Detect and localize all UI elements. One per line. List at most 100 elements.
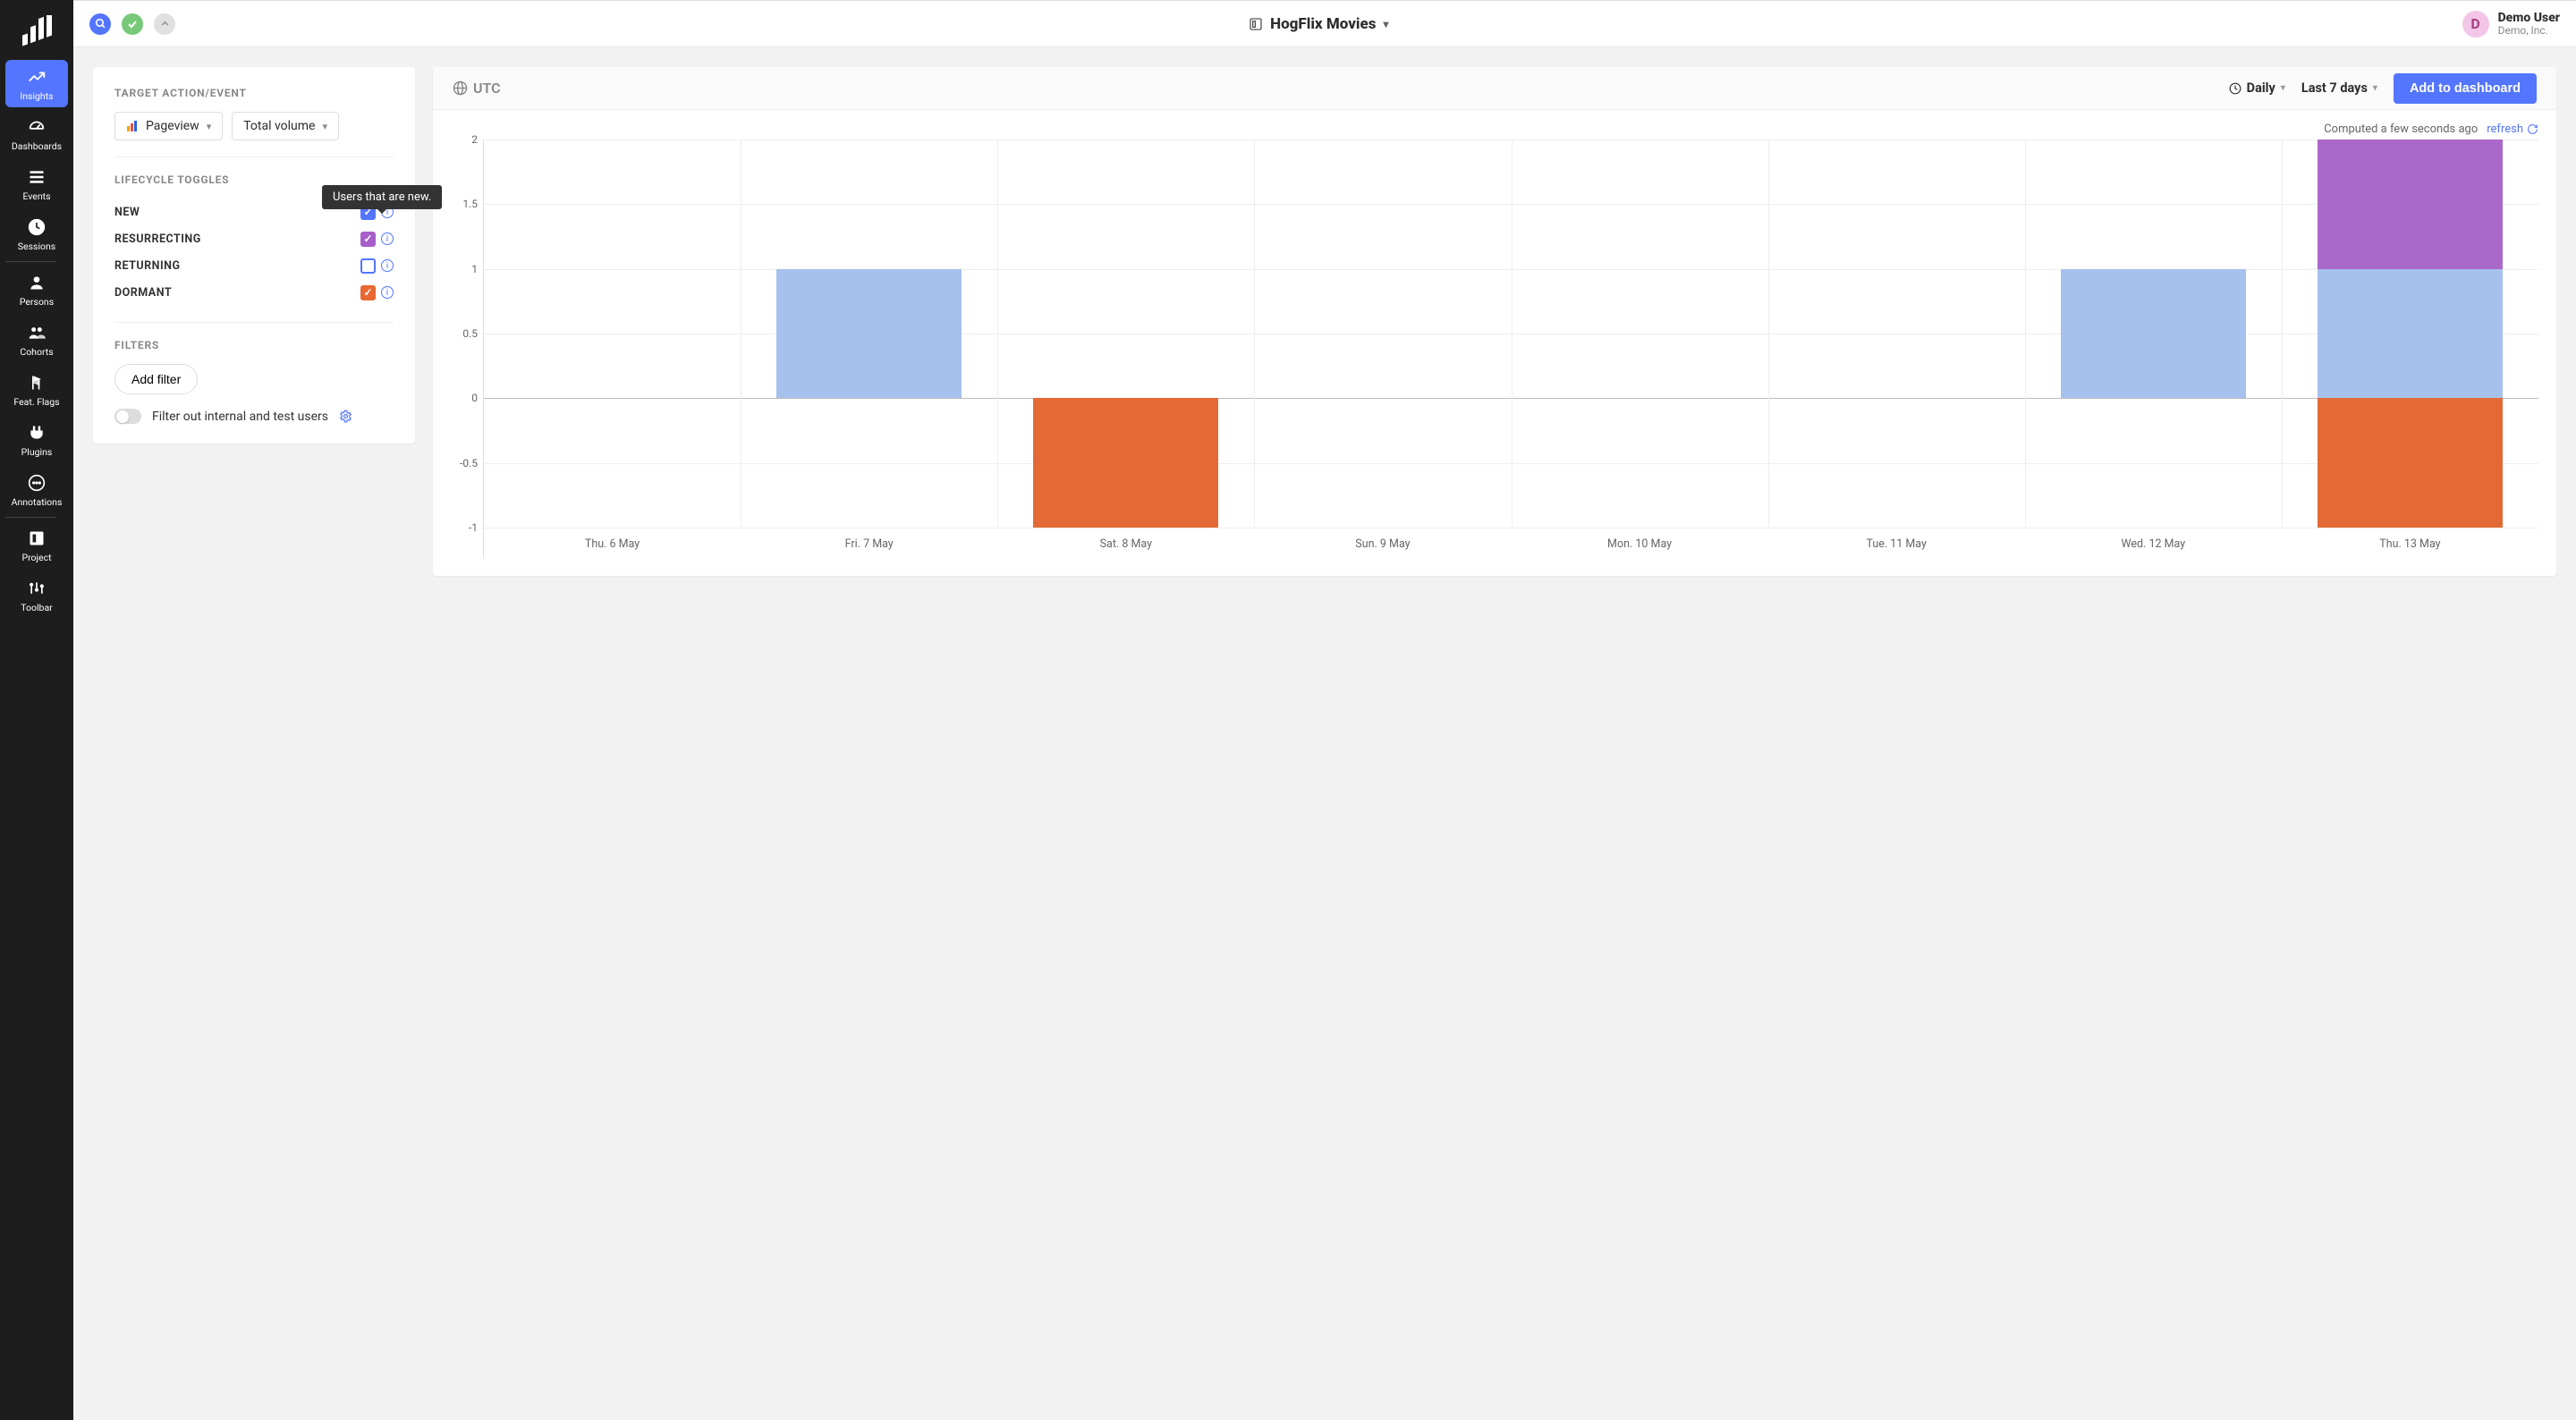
chevron-down-icon: ▾	[2373, 83, 2377, 93]
avatar: D	[2462, 11, 2489, 38]
gear-icon[interactable]	[339, 410, 352, 423]
x-tick: Sat. 8 May	[997, 532, 1254, 557]
lifecycle-label: RETURNING	[114, 259, 180, 273]
globe-icon	[453, 80, 468, 96]
sidebar-item-label: Toolbar	[21, 602, 52, 613]
y-tick: 2	[471, 133, 478, 146]
topbar: HogFlix Movies ▾ D Demo User Demo, Inc.	[73, 1, 2576, 47]
project-switcher[interactable]: HogFlix Movies ▾	[186, 15, 2452, 33]
lifecycle-checkbox-resurrecting[interactable]	[360, 232, 376, 247]
bar-resurrecting[interactable]	[2318, 139, 2503, 269]
sidebar-item-project[interactable]: Project	[5, 521, 68, 569]
refresh-icon	[2527, 123, 2538, 135]
sidebar-item-toolbar[interactable]: Toolbar	[5, 571, 68, 619]
sidebar-item-label: Events	[22, 190, 50, 202]
timezone-label: UTC	[473, 80, 501, 97]
chevron-down-icon: ▾	[207, 121, 212, 132]
x-tick: Thu. 13 May	[2282, 532, 2538, 557]
user-name: Demo User	[2498, 11, 2560, 25]
bar-new[interactable]	[776, 269, 962, 399]
add-filter-button[interactable]: Add filter	[114, 364, 198, 394]
chevron-down-icon: ▾	[1383, 18, 1388, 30]
events-icon	[27, 167, 47, 187]
sidebar-item-cohorts[interactable]: Cohorts	[5, 316, 68, 363]
sidebar-item-persons[interactable]: Persons	[5, 266, 68, 313]
event-select[interactable]: Pageview ▾	[114, 112, 223, 140]
bar-dormant[interactable]	[1033, 398, 1218, 528]
timezone-indicator[interactable]: UTC	[453, 80, 501, 97]
sessions-icon	[27, 217, 47, 237]
chart-header: UTC Daily ▾ Last 7 days ▾ Add to dashboa…	[433, 67, 2556, 110]
interval-select[interactable]: Daily ▾	[2229, 80, 2285, 96]
check-icon[interactable]	[122, 13, 143, 35]
bar-new[interactable]	[2318, 269, 2503, 399]
lifecycle-chart: 21.510.50-0.5-1 Thu. 6 MayFri. 7 MaySat.…	[451, 139, 2538, 558]
insights-icon	[27, 67, 47, 87]
sidebar-item-annotations[interactable]: Annotations	[5, 466, 68, 513]
project-icon	[27, 528, 47, 548]
y-tick: 1.5	[462, 198, 478, 210]
daterange-label: Last 7 days	[2301, 80, 2368, 96]
lifecycle-label: NEW	[114, 206, 140, 219]
sidebar-item-label: Persons	[20, 296, 54, 308]
daterange-select[interactable]: Last 7 days ▾	[2301, 80, 2377, 96]
section-filters-title: FILTERS	[114, 339, 394, 351]
search-icon[interactable]	[89, 13, 111, 35]
sidebar-item-label: Annotations	[12, 496, 63, 508]
interval-label: Daily	[2247, 80, 2275, 96]
volume-select[interactable]: Total volume ▾	[232, 112, 339, 140]
lifecycle-checkbox-returning[interactable]	[360, 258, 376, 274]
dashboards-icon	[27, 117, 47, 137]
sidebar-item-label: Insights	[20, 90, 53, 102]
lifecycle-row-dormant: DORMANT i	[114, 279, 394, 306]
computed-label: Computed a few seconds ago	[2324, 123, 2478, 136]
x-tick: Fri. 7 May	[741, 532, 997, 557]
annotations-icon	[27, 473, 47, 493]
plugins-icon	[27, 423, 47, 443]
sidebar-item-events[interactable]: Events	[5, 160, 68, 207]
section-target-title: TARGET ACTION/EVENT	[114, 87, 394, 99]
tooltip-new: Users that are new.	[322, 185, 442, 209]
chart-panel: UTC Daily ▾ Last 7 days ▾ Add to dashboa…	[433, 67, 2556, 576]
lifecycle-label: DORMANT	[114, 286, 172, 300]
bar-new[interactable]	[2061, 269, 2246, 399]
sidebar-item-label: Project	[21, 552, 51, 563]
y-tick: 0	[471, 392, 478, 404]
user-org: Demo, Inc.	[2498, 25, 2560, 38]
chevron-down-icon: ▾	[2281, 83, 2285, 93]
y-tick: 0.5	[462, 327, 478, 340]
add-to-dashboard-button[interactable]: Add to dashboard	[2394, 73, 2537, 104]
sidebar-item-label: Feat. Flags	[13, 396, 59, 408]
config-panel: TARGET ACTION/EVENT Pageview ▾ Total vol…	[93, 67, 415, 444]
refresh-link[interactable]: refresh	[2487, 123, 2538, 136]
chevron-up-icon[interactable]	[154, 13, 175, 35]
project-icon	[1249, 17, 1263, 31]
event-select-label: Pageview	[146, 119, 199, 133]
sidebar-item-sessions[interactable]: Sessions	[5, 210, 68, 258]
posthog-logo-icon	[126, 120, 139, 132]
section-lifecycle-title: LIFECYCLE TOGGLES	[114, 173, 394, 186]
app-logo[interactable]	[16, 13, 57, 54]
persons-icon	[27, 273, 47, 292]
sidebar-item-featflags[interactable]: Feat. Flags	[5, 366, 68, 413]
lifecycle-label: RESURRECTING	[114, 232, 201, 246]
info-icon[interactable]: i	[381, 232, 394, 245]
x-tick: Sun. 9 May	[1254, 532, 1511, 557]
cohorts-icon	[27, 323, 47, 342]
sidebar-item-dashboards[interactable]: Dashboards	[5, 110, 68, 157]
info-icon[interactable]: i	[381, 259, 394, 272]
volume-select-label: Total volume	[243, 119, 315, 133]
sidebar-item-label: Sessions	[18, 241, 55, 252]
clock-icon	[2229, 82, 2241, 95]
sidebar-item-insights[interactable]: Insights	[5, 60, 68, 107]
y-tick: -1	[469, 521, 478, 534]
featflags-icon	[27, 373, 47, 393]
x-tick: Mon. 10 May	[1512, 532, 1768, 557]
bar-dormant[interactable]	[2318, 398, 2503, 528]
sidebar-item-label: Plugins	[21, 446, 53, 458]
user-menu[interactable]: D Demo User Demo, Inc.	[2462, 11, 2560, 38]
internal-users-toggle[interactable]	[114, 409, 141, 424]
info-icon[interactable]: i	[381, 286, 394, 299]
lifecycle-checkbox-dormant[interactable]	[360, 285, 376, 300]
sidebar-item-plugins[interactable]: Plugins	[5, 416, 68, 463]
